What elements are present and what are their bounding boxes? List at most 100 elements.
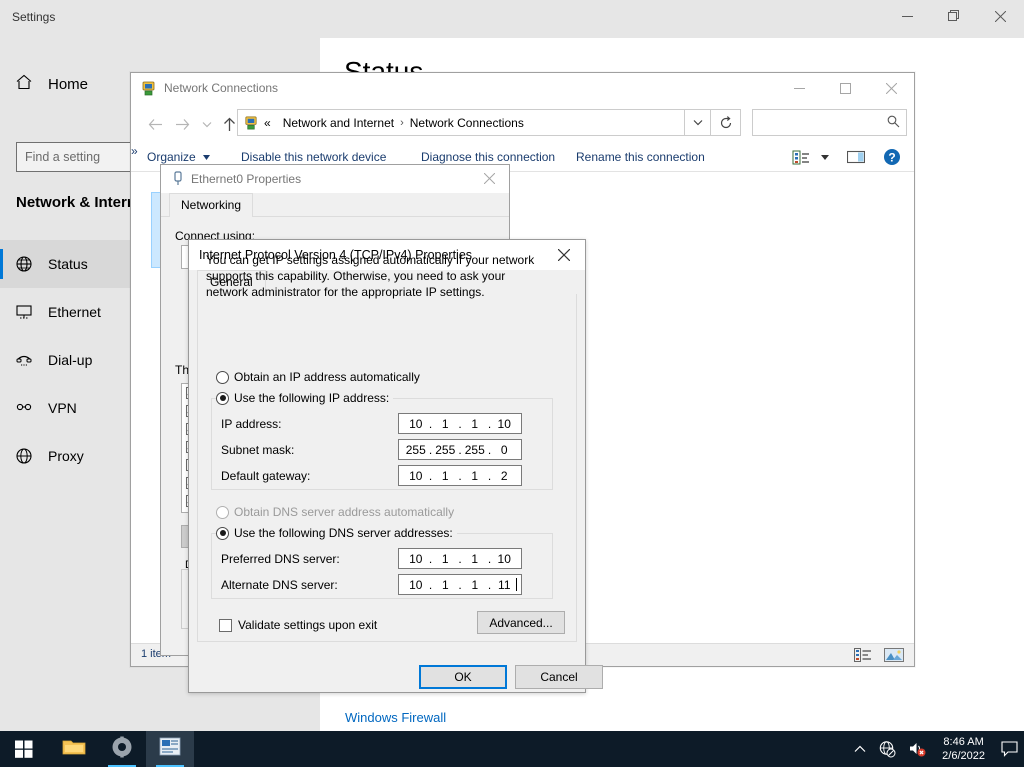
clock-date: 2/6/2022 bbox=[942, 750, 985, 762]
radio-label: Obtain DNS server address automatically bbox=[234, 505, 455, 519]
octet: 1 bbox=[441, 577, 449, 592]
minimize-icon[interactable] bbox=[776, 73, 822, 103]
breadcrumb-item-network-and-internet[interactable]: Network and Internet bbox=[283, 116, 394, 130]
dialup-icon bbox=[0, 351, 48, 369]
diagnose-connection-button[interactable]: Diagnose this connection bbox=[421, 150, 555, 164]
chevron-down-icon[interactable] bbox=[821, 155, 829, 162]
help-icon[interactable]: ? bbox=[883, 148, 901, 171]
clock[interactable]: 8:46 AM 2/6/2022 bbox=[932, 731, 995, 767]
subnet-mask-label: Subnet mask: bbox=[221, 443, 295, 457]
taskbar-file-explorer[interactable] bbox=[50, 731, 98, 767]
explorer-navigation-bar: « Network and Internet › Network Connect… bbox=[131, 104, 914, 144]
sidebar-item-label-status: Status bbox=[48, 256, 88, 272]
default-gateway-input[interactable]: 10. 1. 1. 2 bbox=[398, 465, 522, 486]
radio-use-following-ip[interactable]: Use the following IP address: bbox=[216, 391, 394, 405]
volume-muted-icon[interactable] bbox=[902, 731, 932, 767]
svg-text:?: ? bbox=[888, 151, 895, 165]
octet: 2 bbox=[500, 468, 508, 483]
alternate-dns-label: Alternate DNS server: bbox=[221, 578, 338, 592]
view-options-icon[interactable] bbox=[792, 149, 810, 172]
rename-connection-button[interactable]: Rename this connection bbox=[576, 150, 705, 164]
advanced-button[interactable]: Advanced... bbox=[477, 611, 565, 634]
forward-arrow-icon[interactable] bbox=[169, 111, 195, 137]
refresh-icon[interactable] bbox=[711, 109, 741, 136]
alternate-dns-input[interactable]: 10. 1. 1. 11 bbox=[398, 574, 522, 595]
address-bar[interactable]: « Network and Internet › Network Connect… bbox=[237, 109, 685, 136]
search-icon bbox=[887, 115, 900, 131]
chevron-down-icon[interactable] bbox=[685, 109, 711, 136]
octet: 0 bbox=[500, 442, 508, 457]
radio-button[interactable] bbox=[216, 505, 229, 519]
ip-address-input[interactable]: 10. 1. 1. 10 bbox=[398, 413, 522, 434]
subnet-mask-input[interactable]: 255. 255. 255. 0 bbox=[398, 439, 522, 460]
octet: 255 bbox=[464, 442, 485, 457]
windows-start-icon[interactable] bbox=[0, 731, 48, 767]
sidebar-item-label-ethernet: Ethernet bbox=[48, 304, 101, 320]
radio-button[interactable] bbox=[216, 370, 229, 384]
preferred-dns-label: Preferred DNS server: bbox=[221, 552, 340, 566]
taskbar-network-connections[interactable] bbox=[146, 731, 194, 767]
octet: 1 bbox=[471, 416, 479, 431]
show-hidden-icons-icon[interactable] bbox=[848, 731, 872, 767]
network-connections-icon bbox=[140, 80, 157, 97]
radio-obtain-ip-automatically[interactable]: Obtain an IP address automatically bbox=[216, 370, 420, 384]
radio-label: Use the following DNS server addresses: bbox=[234, 526, 453, 540]
folder-icon bbox=[62, 737, 86, 762]
details-view-icon[interactable] bbox=[854, 647, 872, 668]
clock-time: 8:46 AM bbox=[943, 736, 984, 748]
minimize-icon[interactable] bbox=[884, 0, 930, 32]
octet: 10 bbox=[409, 468, 423, 483]
octet: 1 bbox=[471, 551, 479, 566]
sidebar-item-label-vpn: VPN bbox=[48, 400, 77, 416]
octet: 255 bbox=[405, 442, 426, 457]
chevron-down-icon[interactable] bbox=[203, 155, 210, 162]
radio-obtain-dns-automatically[interactable]: Obtain DNS server address automatically bbox=[216, 505, 454, 519]
ok-button[interactable]: OK bbox=[419, 665, 507, 689]
windows-firewall-link[interactable]: Windows Firewall bbox=[345, 710, 446, 725]
action-center-icon[interactable] bbox=[995, 731, 1024, 767]
ethernet0-window-title: Ethernet0 Properties bbox=[191, 172, 302, 186]
restore-icon[interactable] bbox=[931, 0, 977, 32]
organize-button[interactable]: Organize bbox=[147, 150, 196, 164]
ethernet0-tabstrip: Networking bbox=[161, 193, 509, 217]
radio-use-following-dns[interactable]: Use the following DNS server addresses: bbox=[216, 526, 457, 540]
breadcrumb-separator: › bbox=[400, 116, 404, 129]
disable-network-device-button[interactable]: Disable this network device bbox=[241, 150, 386, 164]
back-arrow-icon[interactable] bbox=[142, 111, 168, 137]
checkbox[interactable] bbox=[219, 618, 232, 632]
maximize-icon[interactable] bbox=[822, 73, 868, 103]
octet: 1 bbox=[471, 577, 479, 592]
tab-networking[interactable]: Networking bbox=[169, 193, 254, 217]
preview-pane-icon[interactable] bbox=[846, 149, 866, 170]
octet: 255 bbox=[435, 442, 456, 457]
radio-label: Use the following IP address: bbox=[234, 391, 390, 405]
search-placeholder-text: Find a setting bbox=[25, 150, 101, 164]
sidebar-item-label-home: Home bbox=[48, 75, 89, 93]
ipv4-footer: OK Cancel bbox=[189, 644, 603, 692]
breadcrumb-item-network-connections[interactable]: Network Connections bbox=[410, 116, 524, 130]
cancel-button[interactable]: Cancel bbox=[515, 665, 603, 689]
network-no-internet-icon[interactable] bbox=[872, 731, 902, 767]
preferred-dns-input[interactable]: 10. 1. 1. 10 bbox=[398, 548, 522, 569]
globe-status-icon bbox=[0, 255, 48, 273]
close-icon[interactable] bbox=[469, 165, 509, 192]
settings-window-title: Settings bbox=[12, 10, 56, 24]
close-icon[interactable] bbox=[977, 0, 1023, 32]
close-icon[interactable] bbox=[543, 240, 585, 269]
network-adapter-icon bbox=[171, 171, 185, 191]
components-label: Th bbox=[175, 363, 190, 377]
radio-button[interactable] bbox=[216, 526, 229, 540]
ipv4-intro-text: You can get IP settings assigned automat… bbox=[206, 253, 535, 299]
close-icon[interactable] bbox=[868, 73, 914, 103]
ethernet-icon bbox=[0, 303, 48, 321]
taskbar-settings[interactable] bbox=[98, 731, 146, 767]
ipv4-properties-dialog: Internet Protocol Version 4 (TCP/IPv4) P… bbox=[188, 239, 603, 693]
breadcrumb-overflow[interactable]: « bbox=[264, 116, 271, 130]
large-icons-view-icon[interactable] bbox=[884, 647, 904, 668]
validate-settings-checkbox-row[interactable]: Validate settings upon exit bbox=[219, 618, 377, 632]
octet: 1 bbox=[441, 416, 449, 431]
search-input[interactable] bbox=[752, 109, 907, 136]
vpn-icon bbox=[0, 399, 48, 417]
radio-button[interactable] bbox=[216, 391, 229, 405]
system-tray: 8:46 AM 2/6/2022 bbox=[848, 731, 1024, 767]
